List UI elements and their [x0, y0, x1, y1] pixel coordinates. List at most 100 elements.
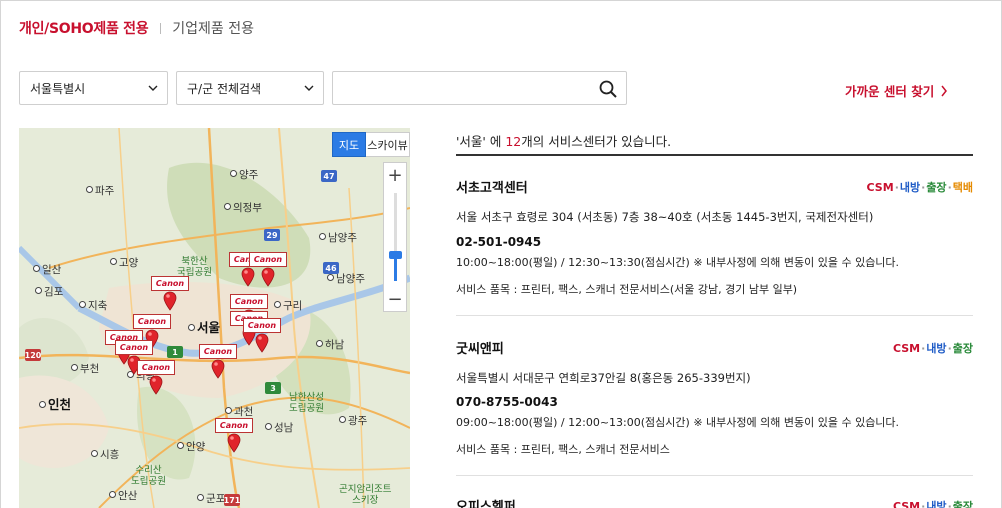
center-address: 서울특별시 서대문구 연희로37안길 8(홍은동 265-339번지): [456, 371, 751, 385]
center-name[interactable]: 굿씨앤피: [456, 338, 504, 357]
tag-trip: 출장: [926, 181, 947, 194]
place-gwangju: 광주: [339, 413, 367, 428]
summary-divider: [456, 154, 973, 156]
place-anyang: 안양: [177, 439, 205, 454]
marker-label: Canon: [249, 252, 287, 267]
tag-visit: 내방: [926, 342, 947, 355]
city-select-value: 서울특별시: [30, 81, 86, 96]
place-seoul: 서울: [188, 317, 220, 336]
place-ilsan: 일산: [33, 262, 61, 277]
place-goyang: 고양: [110, 255, 138, 270]
map-type-toggle: 지도 스카이뷰: [332, 132, 410, 157]
tag-trip: 출장: [952, 342, 973, 355]
service-tags: CSM·내방·출장: [893, 498, 973, 508]
place-paju: 파주: [86, 183, 114, 198]
center-name[interactable]: 오피스헬퍼: [456, 496, 516, 508]
road-sign-46: 46: [323, 262, 339, 274]
center-divider: [456, 475, 973, 476]
marker-label: Canon: [243, 318, 281, 333]
park-surisan: 수리산 도립공원: [131, 465, 166, 487]
chevron-down-icon: [304, 85, 314, 91]
center-phone[interactable]: 070-8755-0043: [456, 395, 558, 409]
place-incheon: 인천: [39, 394, 71, 413]
map-pin-icon: [227, 433, 241, 453]
tag-trip: 출장: [952, 500, 973, 508]
place-hanam: 하남: [316, 337, 344, 352]
center-address: 서울 서초구 효령로 304 (서초동) 7층 38~40호 (서초동 1445…: [456, 210, 874, 224]
product-tabs: 개인/SOHO제품 전용 기업제품 전용: [19, 18, 254, 38]
map-pin-icon: [163, 291, 177, 311]
service-tags: CSM·내방·출장·택배: [866, 181, 973, 194]
zoom-out-button[interactable]: −: [384, 287, 406, 311]
zoom-in-button[interactable]: +: [384, 163, 406, 187]
chevron-down-icon: [148, 85, 158, 91]
result-summary: '서울' 에 12개의 서비스센터가 있습니다.: [456, 131, 671, 150]
place-seongnam: 성남: [265, 420, 293, 435]
park-namhansan: 남한산성 도립공원: [289, 392, 324, 414]
center-hours: 10:00~18:00(평일) / 12:30~13:30(점심시간) ※ 내부…: [456, 256, 900, 269]
marker-label: Canon: [133, 314, 171, 329]
summary-suffix: 개의 서비스센터가 있습니다.: [521, 134, 672, 149]
road-sign-3: 3: [265, 382, 281, 394]
road-sign-171: 171: [223, 494, 241, 506]
skyview-button[interactable]: 스카이뷰: [366, 132, 410, 157]
park-bukhansan: 북한산 국립공원: [177, 256, 212, 278]
place-jichuk: 지축: [79, 298, 107, 313]
map-pin-icon: [211, 359, 225, 379]
park-bukhansan-label: 북한산 국립공원: [177, 256, 212, 278]
zoom-control: + −: [383, 162, 407, 312]
service-tags: CSM·내방·출장: [892, 342, 973, 355]
road-sign-29: 29: [264, 229, 280, 241]
marker-label: Canon: [115, 340, 153, 355]
center-hours: 09:00~18:00(평일) / 12:00~13:00(점심시간) ※ 내부…: [456, 416, 900, 429]
tab-personal-soho[interactable]: 개인/SOHO제품 전용: [19, 18, 149, 38]
zoom-slider-handle[interactable]: [389, 250, 402, 259]
road-sign-47: 47: [321, 170, 337, 182]
map-pin-icon: [241, 267, 255, 287]
place-gunpo: 군포: [197, 491, 225, 506]
park-gonjiam-label: 곤지암리조트 스키장: [339, 484, 392, 506]
district-select-value: 구/군 전체검색: [187, 81, 262, 96]
search-icon[interactable]: [598, 79, 618, 99]
find-nearby-center-link[interactable]: 가까운 센터 찾기: [845, 81, 948, 100]
place-uijeongbu: 의정부: [224, 200, 262, 215]
district-select[interactable]: 구/군 전체검색: [176, 71, 324, 105]
city-select[interactable]: 서울특별시: [19, 71, 168, 105]
tag-csm: CSM: [892, 342, 921, 355]
center-name[interactable]: 서초고객센터: [456, 177, 528, 196]
tag-parcel: 택배: [952, 181, 973, 194]
place-gimpo: 김포: [35, 284, 63, 299]
service-center-map[interactable]: 파주 양주 의정부 남양주 고양 일산 김포 남양주 구리 서울 하남 부천 인…: [19, 128, 410, 508]
road-sign-120: 120: [24, 349, 42, 361]
marker-label: Canon: [137, 360, 175, 375]
place-ansan: 안산: [109, 488, 137, 503]
marker-label: Canon: [215, 418, 253, 433]
map-view-button[interactable]: 지도: [332, 132, 366, 157]
place-siheung: 시흥: [91, 447, 119, 462]
summary-prefix: '서울' 에: [456, 134, 506, 149]
keyword-search-box: [332, 71, 627, 105]
tab-divider: [160, 22, 162, 34]
summary-count: 12: [505, 134, 522, 149]
center-service-items: 서비스 품목 : 프린터, 팩스, 스캐너 전문서비스(서울 강남, 경기 남부…: [456, 283, 798, 296]
map-pin-icon: [261, 267, 275, 287]
road-sign-1: 1: [167, 346, 183, 358]
center-phone[interactable]: 02-501-0945: [456, 235, 541, 249]
map-pin-icon: [255, 333, 269, 353]
place-guri: 구리: [274, 298, 302, 313]
place-yangju: 양주: [230, 167, 258, 182]
find-nearby-center-label: 가까운 센터 찾기: [845, 84, 935, 99]
park-surisan-label: 수리산 도립공원: [131, 465, 166, 487]
tag-csm: CSM: [892, 500, 921, 508]
chevron-right-icon: [941, 85, 948, 96]
tag-visit: 내방: [899, 181, 921, 194]
place-gwacheon: 과천: [225, 404, 253, 419]
center-divider: [456, 315, 973, 316]
marker-label: Canon: [230, 294, 268, 309]
tag-visit: 내방: [926, 500, 947, 508]
tab-enterprise[interactable]: 기업제품 전용: [172, 18, 254, 38]
keyword-input[interactable]: [333, 72, 583, 104]
place-bucheon: 부천: [71, 361, 99, 376]
map-pin-icon: [149, 375, 163, 395]
park-gonjiam: 곤지암리조트 스키장: [339, 484, 391, 506]
